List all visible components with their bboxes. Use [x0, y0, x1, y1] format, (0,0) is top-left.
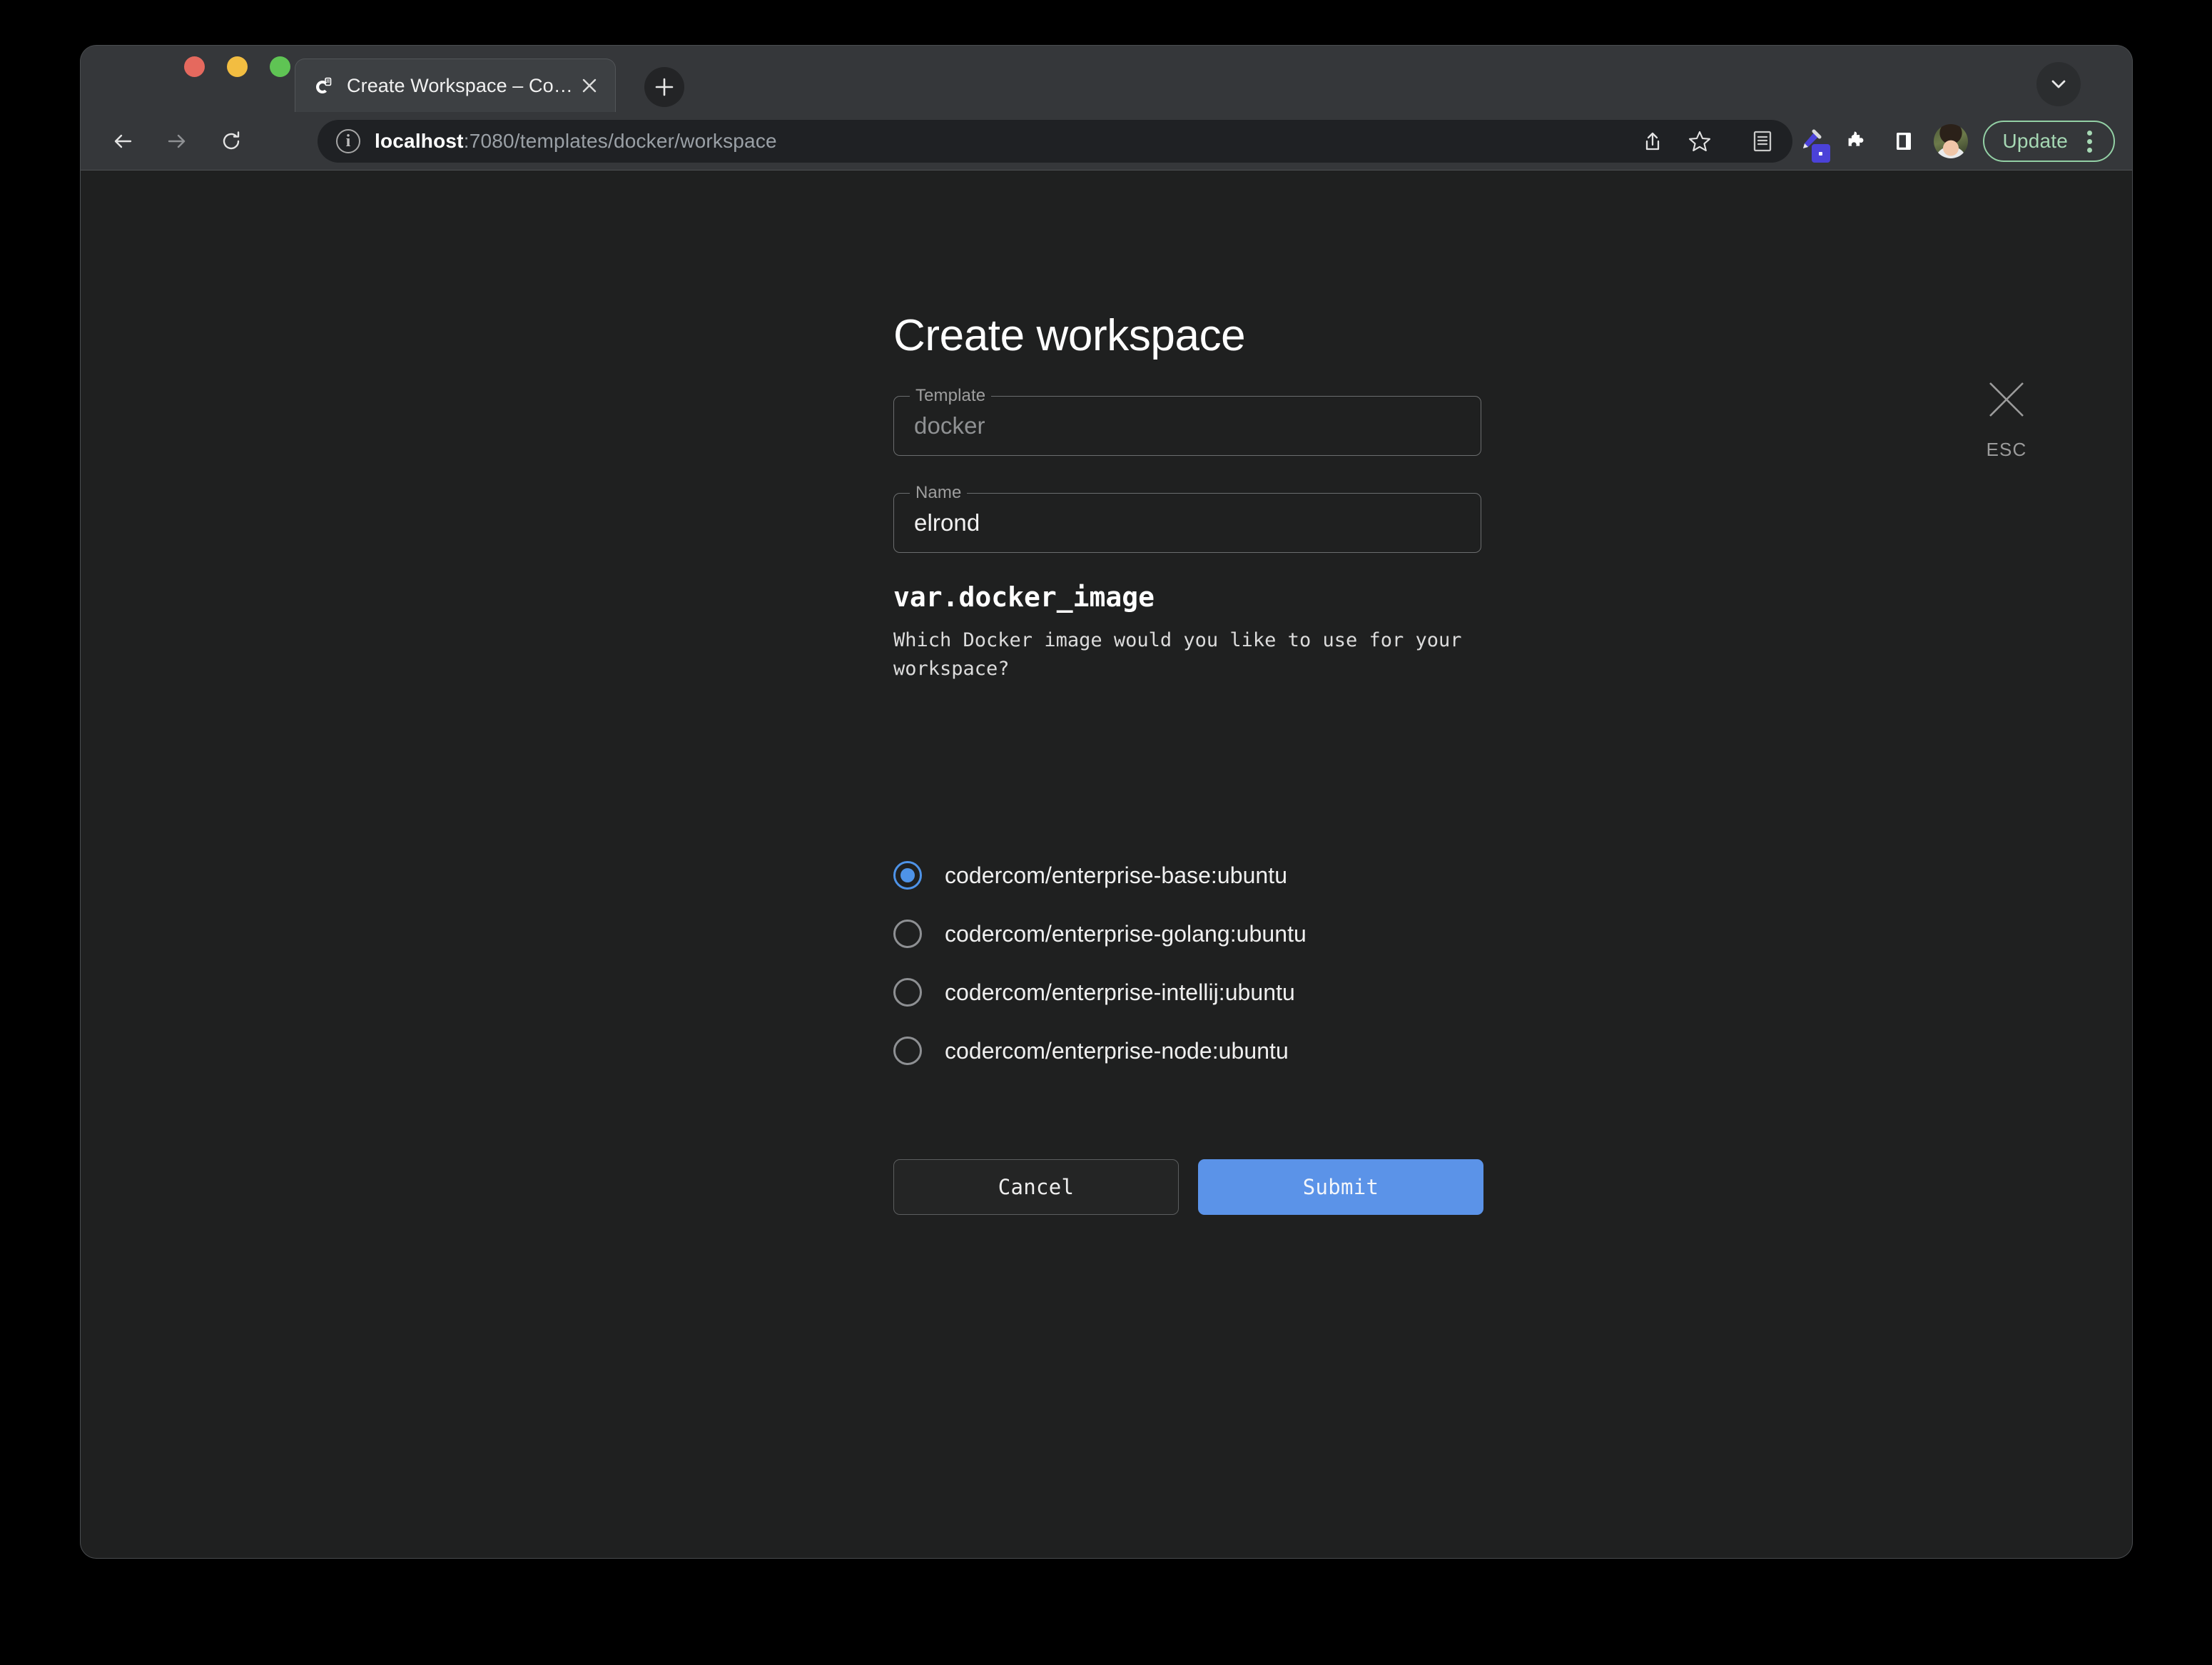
- radio-button-intellij[interactable]: [893, 978, 922, 1007]
- esc-hint-label: ESC: [1986, 439, 2027, 460]
- back-arrow-icon[interactable]: [101, 119, 145, 163]
- address-bar[interactable]: i localhost:7080/templates/docker/worksp…: [318, 120, 1792, 163]
- close-window-button[interactable]: [184, 56, 205, 77]
- new-tab-button[interactable]: [644, 67, 684, 107]
- update-button[interactable]: Update: [1982, 121, 2115, 162]
- url-text: localhost:7080/templates/docker/workspac…: [375, 130, 777, 153]
- tab-title: Create Workspace – Coder: [347, 74, 575, 96]
- radio-label-node: codercom/enterprise-node:ubuntu: [945, 1037, 1289, 1064]
- avatar: [1933, 124, 1968, 158]
- radio-option-node[interactable]: codercom/enterprise-node:ubuntu: [893, 1031, 1493, 1071]
- forward-arrow-icon[interactable]: [155, 119, 199, 163]
- toolbar-icon-group: Update: [1630, 112, 2115, 170]
- browser-tab[interactable]: Create Workspace – Coder: [295, 58, 616, 112]
- template-field-label: Template: [910, 386, 992, 406]
- page-viewport: Create workspace ESC Template docker Nam…: [81, 170, 2132, 1558]
- share-icon[interactable]: [1630, 119, 1675, 163]
- name-field-label: Name: [910, 483, 968, 503]
- template-field-value: docker: [914, 412, 985, 439]
- template-field[interactable]: Template docker: [893, 386, 1481, 456]
- tab-close-icon[interactable]: [575, 71, 604, 100]
- radio-option-intellij[interactable]: codercom/enterprise-intellij:ubuntu: [893, 972, 1493, 1012]
- form-actions: Cancel Submit: [893, 1159, 1483, 1215]
- maximize-window-button[interactable]: [270, 56, 290, 77]
- radio-option-golang[interactable]: codercom/enterprise-golang:ubuntu: [893, 914, 1493, 954]
- extensions-puzzle-icon[interactable]: [1835, 119, 1879, 163]
- browser-window: Create Workspace – Coder i localhost:708…: [81, 46, 2132, 1558]
- profile-avatar[interactable]: [1929, 119, 1973, 163]
- cancel-button[interactable]: Cancel: [893, 1159, 1179, 1215]
- radio-label-golang: codercom/enterprise-golang:ubuntu: [945, 920, 1307, 947]
- radio-button-node[interactable]: [893, 1037, 922, 1065]
- radio-label-intellij: codercom/enterprise-intellij:ubuntu: [945, 979, 1295, 1005]
- window-traffic-lights: [184, 56, 290, 77]
- close-dialog-button[interactable]: ESC: [1964, 377, 2049, 461]
- name-field-value: elrond: [914, 509, 980, 536]
- variable-description: Which Docker image would you like to use…: [893, 629, 1462, 680]
- tab-search-chevron-down-icon[interactable]: [2036, 62, 2081, 106]
- page-title: Create workspace: [893, 311, 1246, 360]
- radio-option-base[interactable]: codercom/enterprise-base:ubuntu: [893, 855, 1493, 895]
- reading-list-icon[interactable]: [1740, 119, 1785, 163]
- site-info-circle-icon[interactable]: i: [336, 129, 360, 153]
- radio-button-golang[interactable]: [893, 920, 922, 948]
- eyedropper-extension-icon[interactable]: [1787, 119, 1832, 163]
- coder-logo-icon: [313, 74, 335, 97]
- url-path: :7080/templates/docker/workspace: [463, 130, 777, 152]
- tab-strip: Create Workspace – Coder: [81, 46, 2132, 112]
- bookmark-star-icon[interactable]: [1678, 119, 1722, 163]
- radio-button-base[interactable]: [893, 861, 922, 890]
- url-host: localhost: [375, 130, 464, 152]
- minimize-window-button[interactable]: [227, 56, 248, 77]
- update-button-label: Update: [2002, 130, 2068, 152]
- reload-icon[interactable]: [209, 119, 253, 163]
- side-panel-icon[interactable]: [1882, 119, 1926, 163]
- submit-button[interactable]: Submit: [1198, 1159, 1483, 1215]
- radio-label-base: codercom/enterprise-base:ubuntu: [945, 862, 1288, 888]
- variable-block: var.docker_image Which Docker image woul…: [893, 581, 1493, 683]
- kebab-menu-icon[interactable]: [2075, 127, 2104, 156]
- close-x-icon[interactable]: [1984, 377, 2029, 422]
- name-field[interactable]: Name elrond: [893, 483, 1481, 553]
- browser-toolbar: i localhost:7080/templates/docker/worksp…: [81, 112, 2132, 170]
- extension-badge: [1811, 144, 1830, 163]
- variable-name: var.docker_image: [893, 581, 1155, 613]
- docker-image-radio-group: codercom/enterprise-base:ubuntu codercom…: [893, 855, 1493, 1089]
